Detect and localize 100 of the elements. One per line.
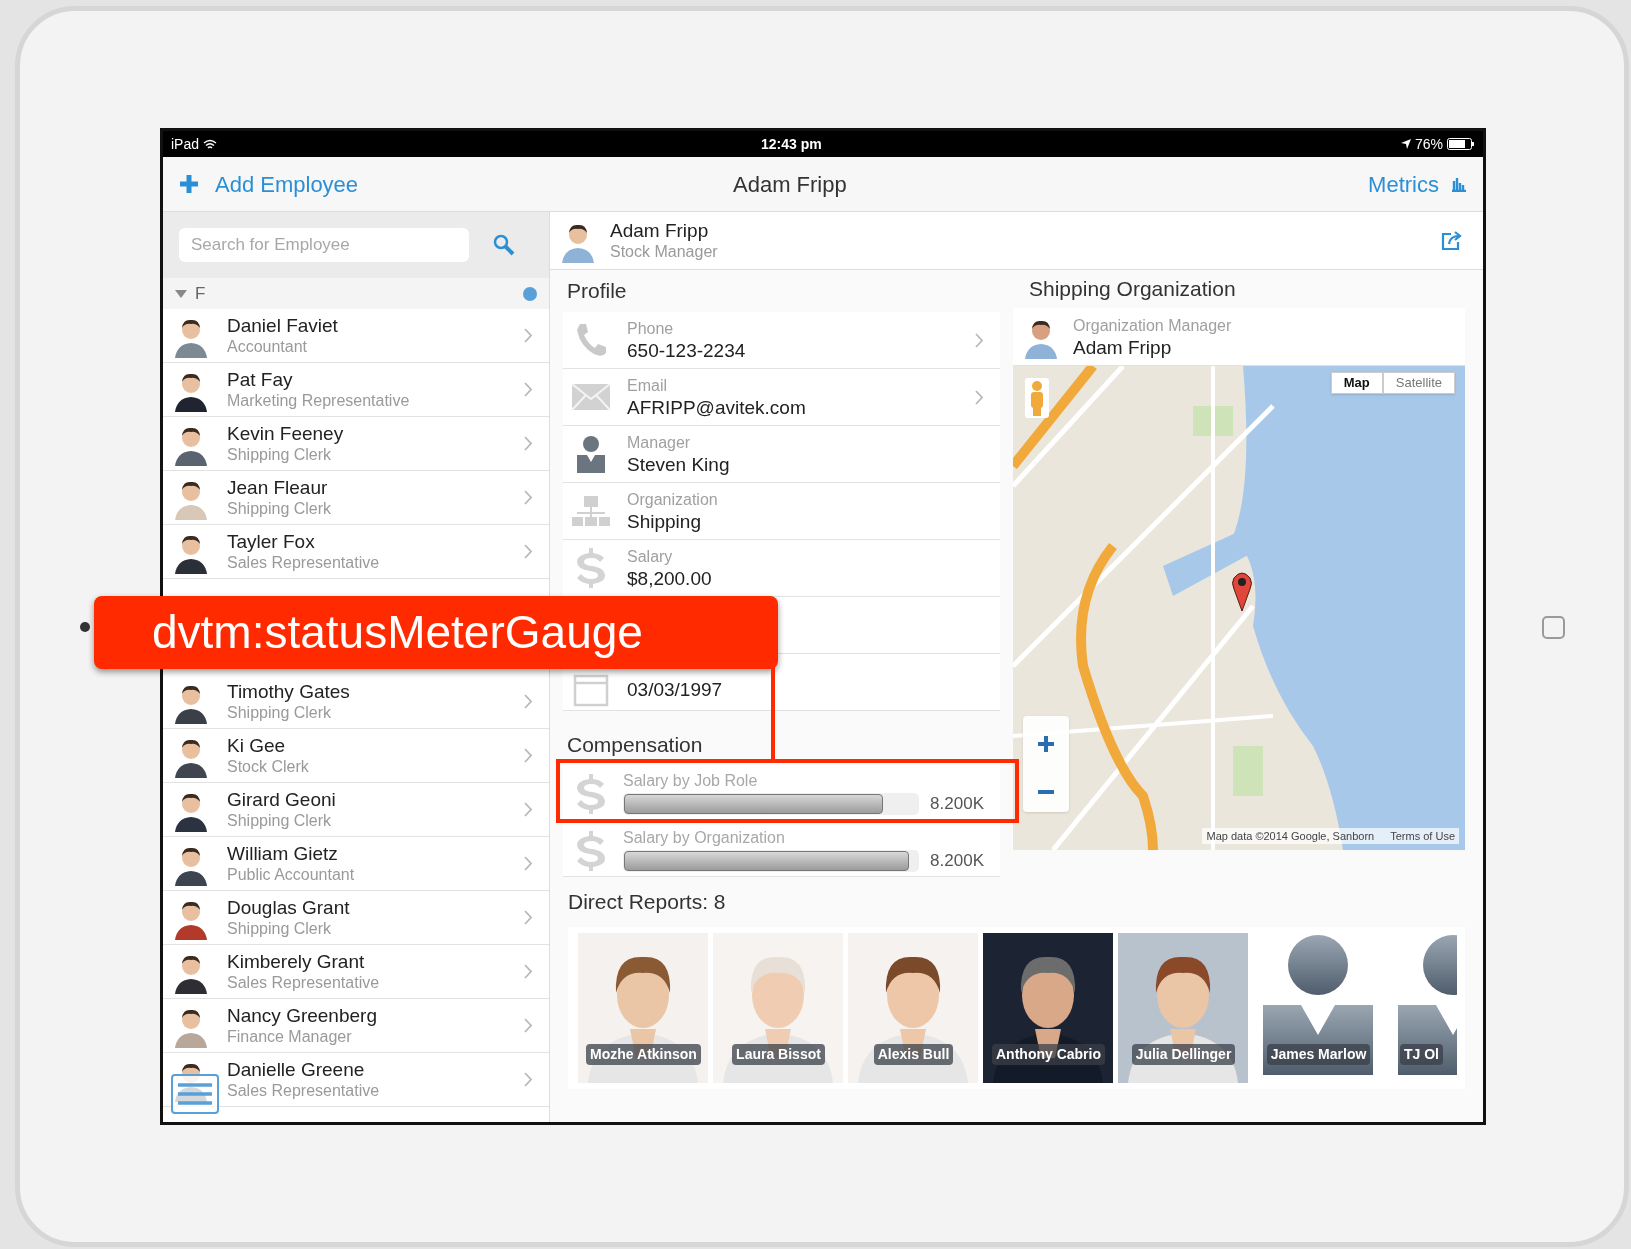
employee-title: Shipping Clerk — [227, 702, 333, 723]
collapse-triangle-icon — [175, 289, 187, 298]
employee-row[interactable]: William Gietz Public Accountant — [163, 837, 549, 891]
section-letter: F — [195, 282, 206, 305]
employee-name: Kevin Feeney — [227, 422, 344, 444]
employee-name: Nancy Greenberg — [227, 1004, 377, 1026]
field-value: AFRIPP@avitek.com — [627, 397, 806, 419]
employee-row[interactable]: Daniel Faviet Accountant — [163, 309, 549, 363]
employee-title: Marketing Representative — [227, 390, 410, 411]
field-label: Salary — [627, 547, 674, 567]
chevron-icon — [524, 694, 533, 709]
field-value: 650-123-2234 — [627, 340, 746, 362]
chevron-icon — [524, 748, 533, 763]
field-value: 03/03/1997 — [627, 679, 723, 701]
field-value: Steven King — [627, 454, 730, 476]
field-label: Organization — [627, 490, 718, 510]
share-icon[interactable] — [1441, 230, 1463, 251]
employee-row[interactable]: Pat Fay Marketing Representative — [163, 363, 549, 417]
chevron-icon — [524, 964, 533, 979]
section-header[interactable]: F — [163, 278, 549, 309]
dollar-icon — [574, 547, 608, 589]
employee-title: Sales Representative — [227, 552, 380, 573]
annotation-callout: dvtm:statusMeterGauge — [94, 596, 778, 669]
dollar-icon — [574, 772, 608, 815]
employee-name: Girard Geoni — [227, 788, 336, 810]
employee-name: Pat Fay — [227, 368, 294, 390]
map-type-button[interactable]: Map — [1330, 372, 1383, 394]
employee-row[interactable]: Tayler Fox Sales Representative — [163, 525, 549, 579]
employee-title: Finance Manager — [227, 1026, 353, 1047]
location-icon — [1400, 139, 1411, 149]
profile-row[interactable]: Phone 650-123-2234 — [563, 312, 1000, 369]
street-view-person-icon[interactable] — [1025, 378, 1049, 418]
menu-icon — [177, 1083, 213, 1105]
menu-button[interactable] — [171, 1074, 219, 1114]
employee-row[interactable]: Nancy Greenberg Finance Manager — [163, 999, 549, 1053]
employee-name: Daniel Faviet — [227, 314, 338, 336]
chevron-icon — [524, 436, 533, 451]
employee-row[interactable]: Douglas Grant Shipping Clerk — [163, 891, 549, 945]
employee-title: Sales Representative — [227, 1080, 380, 1101]
home-button[interactable] — [1542, 616, 1565, 639]
employee-row[interactable]: Kimberely Grant Sales Representative — [163, 945, 549, 999]
employee-title: Public Accountant — [227, 864, 355, 885]
map-attribution: Map data ©2014 Google, Sanborn — [1206, 828, 1375, 844]
zoom-out-icon[interactable] — [1037, 789, 1055, 794]
employee-title: Stock Clerk — [227, 756, 309, 777]
manager-card[interactable]: Organization Manager Adam Fripp — [1013, 308, 1465, 366]
field-label: Email — [627, 376, 668, 396]
employee-row[interactable]: Timothy Gates Shipping Clerk — [163, 675, 549, 729]
report-name: Alexis Bull — [873, 1044, 954, 1065]
employee-row[interactable]: Ki Gee Stock Clerk — [163, 729, 549, 783]
employee-row[interactable]: Girard Geoni Shipping Clerk — [163, 783, 549, 837]
report-tile[interactable]: TJ Ol — [1386, 933, 1457, 1083]
chevron-icon — [524, 1018, 533, 1033]
chevron-icon — [524, 544, 533, 559]
report-tile[interactable]: Mozhe Atkinson — [576, 933, 711, 1083]
field-value: $8,200.00 — [627, 568, 712, 590]
employee-title: Shipping Clerk — [227, 810, 333, 831]
search-icon[interactable] — [493, 234, 515, 256]
meter-label: Salary by Organization — [623, 827, 786, 848]
employee-title: Stock Manager — [610, 241, 718, 262]
camera-icon — [80, 622, 90, 632]
bar-chart-icon — [1451, 176, 1467, 192]
map-type-button[interactable]: Satellite — [1382, 372, 1455, 394]
employee-row[interactable]: Jean Fleaur Shipping Clerk — [163, 471, 549, 525]
employee-name: Danielle Greene — [227, 1058, 366, 1080]
battery-icon — [1447, 138, 1475, 150]
chevron-icon — [524, 1072, 533, 1087]
employee-name: Ki Gee — [227, 734, 287, 756]
employee-title: Sales Representative — [227, 972, 380, 993]
report-tile[interactable]: Anthony Cabrio — [981, 933, 1116, 1083]
field-value: Shipping — [627, 511, 702, 533]
section-title: Profile — [566, 278, 628, 305]
field-label: Manager — [627, 433, 692, 453]
report-name: Mozhe Atkinson — [586, 1044, 701, 1065]
report-tile[interactable]: James Marlow — [1251, 933, 1386, 1083]
report-tile[interactable]: Alexis Bull — [846, 933, 981, 1083]
terms-link[interactable]: Terms of Use — [1390, 827, 1455, 844]
map-pin-icon — [1231, 571, 1253, 611]
section-title: Shipping Organization — [1028, 276, 1237, 303]
chevron-icon — [524, 802, 533, 817]
dollar-icon — [574, 829, 608, 872]
search-field[interactable]: Search for Employee — [179, 228, 469, 262]
section-title: Direct Reports: 8 — [568, 889, 727, 916]
plus-icon — [179, 174, 199, 194]
employee-name: Douglas Grant — [227, 896, 350, 918]
profile-row[interactable]: Email AFRIPP@avitek.com — [563, 369, 1000, 426]
report-tile[interactable]: Julia Dellinger — [1116, 933, 1251, 1083]
employee-name: Timothy Gates — [227, 680, 350, 702]
phone-icon — [574, 322, 608, 358]
battery-percent: 76% — [1414, 134, 1443, 154]
report-name: James Marlow — [1266, 1044, 1371, 1065]
employee-title: Shipping Clerk — [227, 444, 333, 465]
section-title: Compensation — [566, 732, 704, 759]
report-name: Laura Bissot — [732, 1044, 825, 1065]
report-tile[interactable]: Laura Bissot — [711, 933, 846, 1083]
page-title: Adam Fripp — [733, 170, 847, 199]
zoom-in-icon[interactable] — [1037, 734, 1055, 753]
employee-name: William Gietz — [227, 842, 339, 864]
employee-row[interactable]: Kevin Feeney Shipping Clerk — [163, 417, 549, 471]
chevron-icon — [524, 856, 533, 871]
